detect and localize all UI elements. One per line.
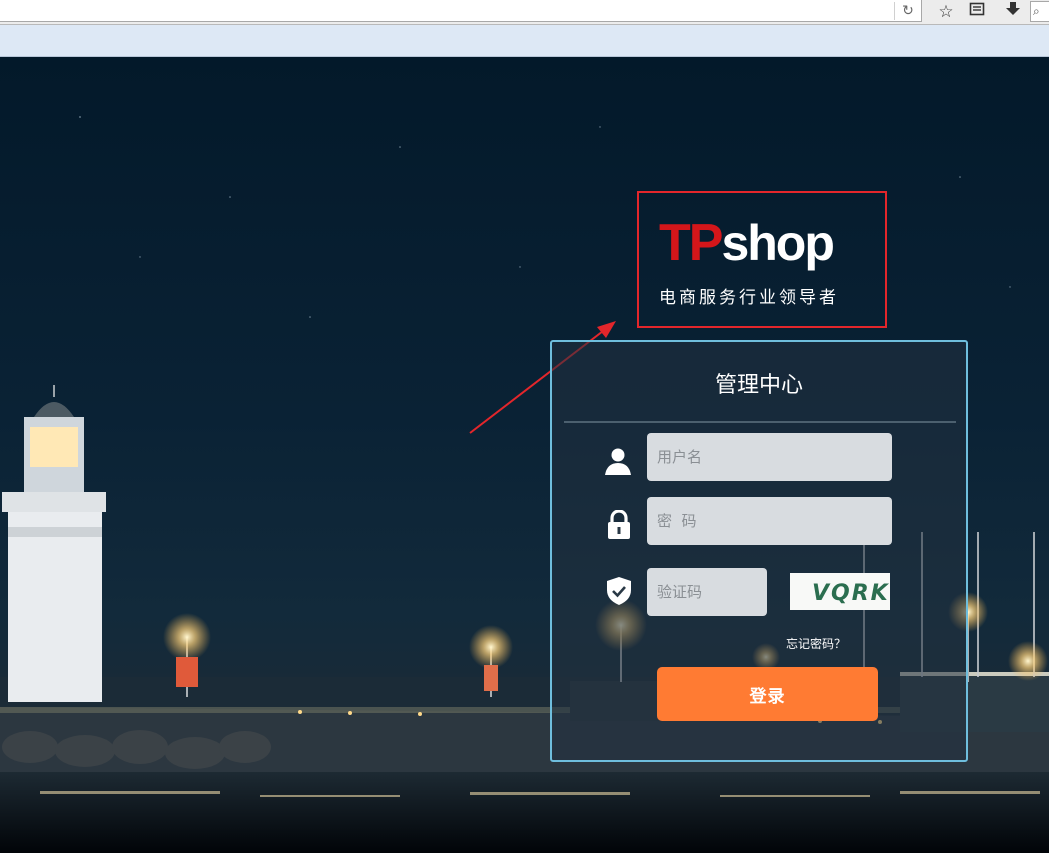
tpshop-logo: TPshop [659,214,835,272]
logo-shop-text: shop [721,215,834,271]
forgot-password-link[interactable]: 忘记密码？ [786,635,846,652]
address-bar[interactable]: ↻ [0,0,922,22]
reading-list-icon[interactable] [966,1,988,23]
password-input[interactable] [647,497,892,545]
browser-toolbar: ↻ ☆ ⌕ [0,0,1049,25]
logo-tp-text: TP [659,214,723,272]
download-icon[interactable] [1002,1,1024,23]
login-button[interactable]: 登录 [657,667,878,721]
captcha-input[interactable] [647,568,767,616]
star-icon[interactable]: ☆ [935,1,957,23]
username-input[interactable] [647,433,892,481]
captcha-image[interactable]: VQRK [790,573,890,610]
lock-icon [606,509,636,540]
user-icon [603,446,633,476]
panel-divider [564,421,956,423]
lighthouse [2,385,106,702]
reload-icon[interactable]: ↻ [894,2,921,20]
search-icon: ⌕ [1033,4,1040,18]
logo-highlight-box: TPshop 电商服务行业领导者 [637,191,887,328]
shield-check-icon [606,576,636,606]
search-box[interactable]: ⌕ [1030,1,1049,22]
panel-title: 管理中心 [714,373,803,398]
login-panel: 管理中心 VQRK 忘记密码？ 登录 [550,340,968,762]
captcha-code: VQRK [812,581,890,606]
bookmarks-bar [0,25,1049,57]
logo-slogan: 电商服务行业领导者 [659,288,839,308]
